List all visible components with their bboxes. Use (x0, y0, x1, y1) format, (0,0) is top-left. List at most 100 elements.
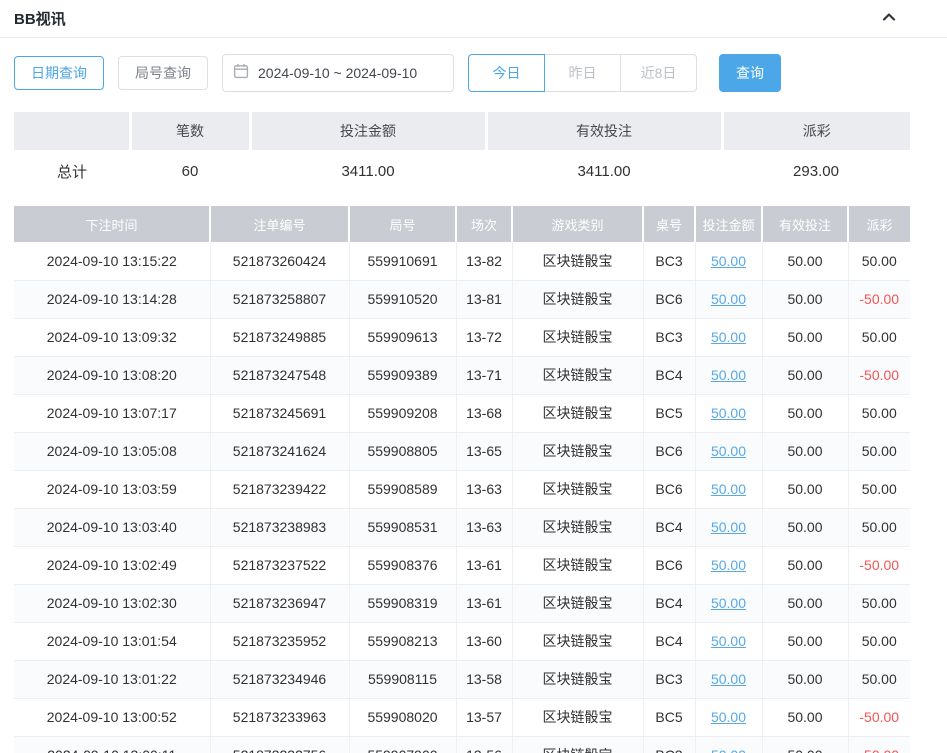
valid-bet-cell: 50.00 (762, 242, 848, 280)
bet-table-body: 2024-09-10 13:15:22 521873260424 5599106… (14, 242, 910, 753)
col-round-id: 局号 (349, 206, 456, 242)
bet-amount-link[interactable]: 50.00 (711, 291, 746, 307)
game-type-cell: 区块链骰宝 (512, 736, 643, 753)
session-cell: 13-61 (456, 584, 512, 622)
order-id-cell: 521873234946 (210, 660, 349, 698)
session-cell: 13-60 (456, 622, 512, 660)
bet-amount-link[interactable]: 50.00 (711, 481, 746, 497)
bet-amount-cell: 50.00 (695, 622, 762, 660)
round-id-cell: 559908376 (349, 546, 456, 584)
order-id-cell: 521873238983 (210, 508, 349, 546)
summary-header-valid: 有效投注 (486, 112, 722, 150)
bet-time-cell: 2024-09-10 13:02:49 (14, 546, 210, 584)
quick-range-group: 今日 昨日 近8日 (468, 54, 697, 92)
bet-time-cell: 2024-09-10 13:00:11 (14, 736, 210, 753)
game-type-cell: 区块链骰宝 (512, 470, 643, 508)
yesterday-button[interactable]: 昨日 (544, 54, 621, 92)
game-type-cell: 区块链骰宝 (512, 546, 643, 584)
payout-cell: 50.00 (848, 242, 910, 280)
order-id-cell: 521873236947 (210, 584, 349, 622)
table-row: 2024-09-10 13:01:22 521873234946 5599081… (14, 660, 910, 698)
table-no-cell: BC4 (643, 508, 695, 546)
table-no-cell: BC5 (643, 698, 695, 736)
table-row: 2024-09-10 13:00:11 521873232756 5599079… (14, 736, 910, 753)
col-bet-time: 下注时间 (14, 206, 210, 242)
round-query-tab[interactable]: 局号查询 (118, 56, 208, 90)
today-button[interactable]: 今日 (468, 54, 545, 92)
bet-amount-link[interactable]: 50.00 (711, 519, 746, 535)
date-range-picker[interactable] (222, 54, 454, 92)
bet-time-cell: 2024-09-10 13:02:30 (14, 584, 210, 622)
round-id-cell: 559910520 (349, 280, 456, 318)
total-payout: 293.00 (722, 150, 910, 192)
bet-time-cell: 2024-09-10 13:01:22 (14, 660, 210, 698)
table-no-cell: BC3 (643, 318, 695, 356)
table-no-cell: BC6 (643, 470, 695, 508)
table-no-cell: BC4 (643, 622, 695, 660)
bet-amount-link[interactable]: 50.00 (711, 595, 746, 611)
bet-amount-link[interactable]: 50.00 (711, 709, 746, 725)
table-row: 2024-09-10 13:15:22 521873260424 5599106… (14, 242, 910, 280)
bet-time-cell: 2024-09-10 13:14:28 (14, 280, 210, 318)
table-row: 2024-09-10 13:03:40 521873238983 5599085… (14, 508, 910, 546)
bet-time-cell: 2024-09-10 13:07:17 (14, 394, 210, 432)
order-id-cell: 521873247548 (210, 356, 349, 394)
round-id-cell: 559908531 (349, 508, 456, 546)
bet-amount-link[interactable]: 50.00 (711, 633, 746, 649)
col-bet-amount: 投注金额 (695, 206, 762, 242)
order-id-cell: 521873237522 (210, 546, 349, 584)
bet-amount-cell: 50.00 (695, 432, 762, 470)
session-cell: 13-71 (456, 356, 512, 394)
total-label: 总计 (14, 150, 130, 192)
round-id-cell: 559908115 (349, 660, 456, 698)
bet-amount-link[interactable]: 50.00 (711, 671, 746, 687)
table-no-cell: BC6 (643, 280, 695, 318)
bet-amount-cell: 50.00 (695, 660, 762, 698)
bet-amount-link[interactable]: 50.00 (711, 329, 746, 345)
bet-time-cell: 2024-09-10 13:08:20 (14, 356, 210, 394)
table-row: 2024-09-10 13:09:32 521873249885 5599096… (14, 318, 910, 356)
bet-amount-link[interactable]: 50.00 (711, 443, 746, 459)
table-row: 2024-09-10 13:00:52 521873233963 5599080… (14, 698, 910, 736)
order-id-cell: 521873235952 (210, 622, 349, 660)
bet-time-cell: 2024-09-10 13:03:59 (14, 470, 210, 508)
section-header: BB视讯 (0, 0, 947, 38)
valid-bet-cell: 50.00 (762, 698, 848, 736)
table-row: 2024-09-10 13:01:54 521873235952 5599082… (14, 622, 910, 660)
game-type-cell: 区块链骰宝 (512, 280, 643, 318)
bet-amount-cell: 50.00 (695, 242, 762, 280)
bet-amount-link[interactable]: 50.00 (711, 367, 746, 383)
payout-cell: 50.00 (848, 622, 910, 660)
table-no-cell: BC6 (643, 432, 695, 470)
last8days-button[interactable]: 近8日 (620, 54, 697, 92)
round-id-cell: 559907900 (349, 736, 456, 753)
session-cell: 13-56 (456, 736, 512, 753)
session-cell: 13-61 (456, 546, 512, 584)
payout-cell: 50.00 (848, 508, 910, 546)
bet-amount-link[interactable]: 50.00 (711, 253, 746, 269)
search-button[interactable]: 查询 (719, 54, 781, 92)
bet-amount-cell: 50.00 (695, 394, 762, 432)
valid-bet-cell: 50.00 (762, 280, 848, 318)
payout-cell: -50.00 (848, 356, 910, 394)
col-session: 场次 (456, 206, 512, 242)
payout-cell: 50.00 (848, 470, 910, 508)
valid-bet-cell: 50.00 (762, 394, 848, 432)
bet-amount-link[interactable]: 50.00 (711, 405, 746, 421)
date-range-input[interactable] (258, 65, 443, 81)
page-title: BB视讯 (14, 8, 66, 29)
session-cell: 13-82 (456, 242, 512, 280)
date-query-tab[interactable]: 日期查询 (14, 56, 104, 90)
table-row: 2024-09-10 13:05:08 521873241624 5599088… (14, 432, 910, 470)
bet-records-table: 下注时间 注单编号 局号 场次 游戏类别 桌号 投注金额 有效投注 派彩 202… (14, 206, 910, 753)
order-id-cell: 521873260424 (210, 242, 349, 280)
bet-time-cell: 2024-09-10 13:01:54 (14, 622, 210, 660)
valid-bet-cell: 50.00 (762, 660, 848, 698)
bet-amount-link[interactable]: 50.00 (711, 557, 746, 573)
bet-table-header-row: 下注时间 注单编号 局号 场次 游戏类别 桌号 投注金额 有效投注 派彩 (14, 206, 910, 242)
round-id-cell: 559908319 (349, 584, 456, 622)
round-id-cell: 559908020 (349, 698, 456, 736)
bet-time-cell: 2024-09-10 13:15:22 (14, 242, 210, 280)
collapse-button[interactable] (879, 9, 899, 29)
bet-amount-link[interactable]: 50.00 (711, 747, 746, 753)
